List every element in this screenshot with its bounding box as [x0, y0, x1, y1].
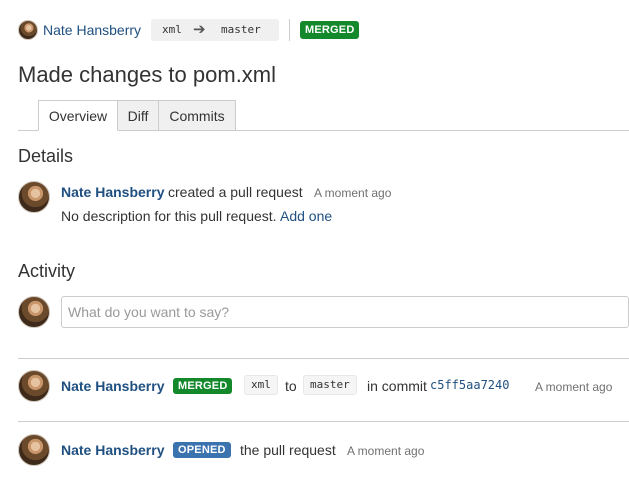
avatar[interactable]: [18, 296, 50, 328]
tab-commits[interactable]: Commits: [158, 100, 236, 131]
from-branch: xml: [244, 375, 278, 395]
source-branch: xml: [162, 23, 182, 36]
avatar[interactable]: [18, 434, 50, 466]
arrow-right-icon: ➔: [193, 20, 206, 38]
commit-link[interactable]: c5ff5aa7240: [430, 378, 509, 392]
to-text: to: [285, 378, 297, 394]
timestamp: A moment ago: [314, 186, 392, 200]
author-link[interactable]: Nate Hansberry: [61, 442, 165, 458]
activity-heading: Activity: [18, 261, 76, 281]
timestamp: A moment ago: [535, 380, 613, 394]
page-title: Made changes to pom.xml: [18, 62, 277, 87]
divider: [18, 421, 629, 422]
to-branch: master: [303, 375, 357, 395]
timestamp: A moment ago: [347, 444, 425, 458]
add-description-link[interactable]: Add one: [280, 208, 332, 224]
divider: [18, 358, 629, 359]
description-text: No description for this pull request.: [61, 208, 277, 224]
comment-input[interactable]: [61, 296, 629, 328]
activity-text: the pull request: [240, 442, 336, 458]
opened-badge: OPENED: [173, 442, 231, 458]
avatar[interactable]: [18, 370, 50, 402]
author-link[interactable]: Nate Hansberry: [43, 22, 141, 38]
author-link[interactable]: Nate Hansberry: [61, 184, 165, 200]
tab-diff[interactable]: Diff: [117, 100, 159, 131]
author-link[interactable]: Nate Hansberry: [61, 378, 165, 394]
avatar[interactable]: [18, 181, 50, 213]
avatar[interactable]: [18, 20, 38, 40]
header-divider: [289, 19, 290, 41]
merged-badge: MERGED: [173, 378, 233, 394]
status-badge: MERGED: [300, 21, 360, 39]
details-heading: Details: [18, 146, 74, 166]
in-commit-text: in commit: [367, 378, 427, 394]
tab-overview[interactable]: Overview: [38, 100, 118, 131]
target-branch: master: [221, 23, 261, 36]
branch-route: xml ➔ master: [151, 19, 279, 41]
activity-text: created a pull request: [168, 184, 303, 200]
